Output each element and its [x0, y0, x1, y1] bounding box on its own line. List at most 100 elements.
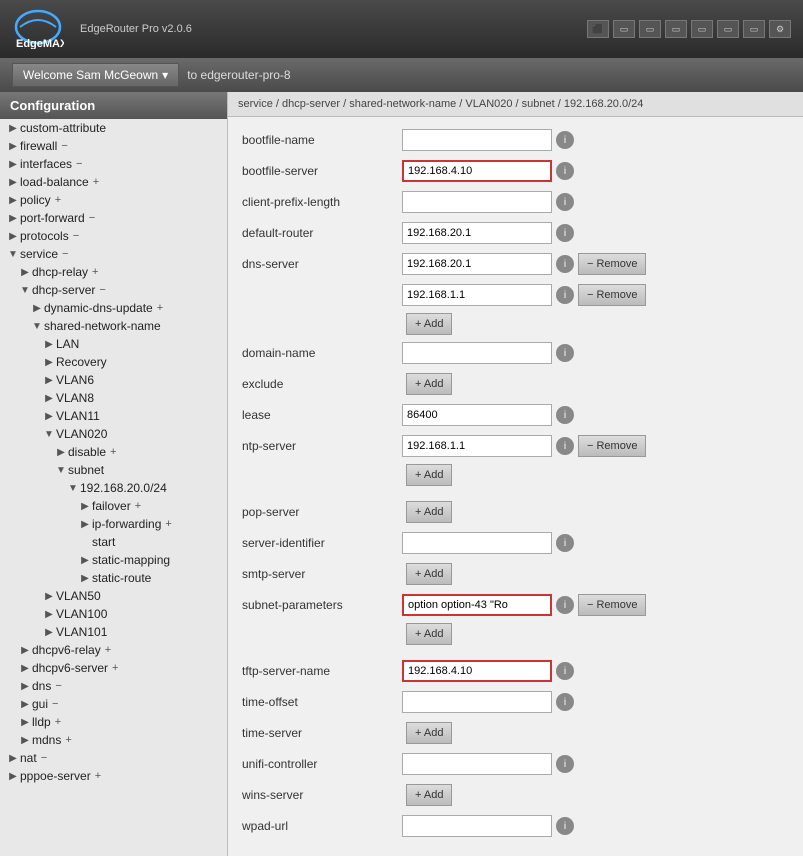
dns-server-2-remove[interactable]: − Remove [578, 284, 646, 306]
tree-action[interactable]: − [62, 248, 68, 260]
tree-action[interactable]: − [73, 230, 79, 242]
sidebar-item-interfaces[interactable]: ▶ interfaces − [0, 155, 227, 173]
sidebar-item-dynamic-dns-update[interactable]: ▶ dynamic-dns-update + [0, 299, 227, 317]
dns-server-1-remove[interactable]: − Remove [578, 253, 646, 275]
time-server-add-button[interactable]: + Add [406, 722, 452, 744]
ntp-server-input[interactable] [402, 435, 552, 457]
sidebar-item-protocols[interactable]: ▶ protocols − [0, 227, 227, 245]
sidebar-item-dns[interactable]: ▶ dns − [0, 677, 227, 695]
sidebar-item-disable[interactable]: ▶ disable + [0, 443, 227, 461]
sidebar-item-custom-attribute[interactable]: ▶ custom-attribute [0, 119, 227, 137]
sidebar-item-VLAN50[interactable]: ▶ VLAN50 [0, 587, 227, 605]
wpad-url-info[interactable]: i [556, 817, 574, 835]
dns-server-2-input[interactable] [402, 284, 552, 306]
bootfile-server-info[interactable]: i [556, 162, 574, 180]
sidebar-item-port-forward[interactable]: ▶ port-forward − [0, 209, 227, 227]
tree-action[interactable]: − [76, 158, 82, 170]
ntp-server-add-button[interactable]: + Add [406, 464, 452, 486]
tree-action[interactable]: + [112, 662, 118, 674]
dns-server-2-info[interactable]: i [556, 286, 574, 304]
ntp-server-remove[interactable]: − Remove [578, 435, 646, 457]
sidebar-item-static-mapping[interactable]: ▶ static-mapping [0, 551, 227, 569]
sidebar-item-ip-forwarding[interactable]: ▶ ip-forwarding + [0, 515, 227, 533]
sidebar-item-VLAN101[interactable]: ▶ VLAN101 [0, 623, 227, 641]
icon-btn-5[interactable]: ▭ [717, 20, 739, 38]
gear-icon[interactable]: ⚙ [769, 20, 791, 38]
time-offset-input[interactable] [402, 691, 552, 713]
subnet-parameters-add-button[interactable]: + Add [406, 623, 452, 645]
sidebar-item-pppoe-server[interactable]: ▶ pppoe-server + [0, 767, 227, 785]
wpad-url-input[interactable] [402, 815, 552, 837]
sidebar-item-dhcp-server[interactable]: ▼ dhcp-server − [0, 281, 227, 299]
welcome-button[interactable]: Welcome Sam McGeown ▾ [12, 63, 179, 87]
default-router-info[interactable]: i [556, 224, 574, 242]
icon-btn-1[interactable]: ▭ [613, 20, 635, 38]
sidebar-item-VLAN11[interactable]: ▶ VLAN11 [0, 407, 227, 425]
subnet-parameters-input[interactable] [402, 594, 552, 616]
client-prefix-length-info[interactable]: i [556, 193, 574, 211]
icon-btn-3[interactable]: ▭ [665, 20, 687, 38]
smtp-server-add-button[interactable]: + Add [406, 563, 452, 585]
subnet-parameters-remove[interactable]: − Remove [578, 594, 646, 616]
tree-action[interactable]: − [61, 140, 67, 152]
sidebar-item-Recovery[interactable]: ▶ Recovery [0, 353, 227, 371]
tree-action[interactable]: + [65, 734, 71, 746]
wins-server-add-button[interactable]: + Add [406, 784, 452, 806]
sidebar-item-VLAN8[interactable]: ▶ VLAN8 [0, 389, 227, 407]
lease-info[interactable]: i [556, 406, 574, 424]
sidebar-item-lldp[interactable]: ▶ lldp + [0, 713, 227, 731]
sidebar-item-LAN[interactable]: ▶ LAN [0, 335, 227, 353]
pop-server-add-button[interactable]: + Add [406, 501, 452, 523]
bootfile-name-info[interactable]: i [556, 131, 574, 149]
sidebar-item-dhcp-relay[interactable]: ▶ dhcp-relay + [0, 263, 227, 281]
server-identifier-info[interactable]: i [556, 534, 574, 552]
sidebar-item-gui[interactable]: ▶ gui − [0, 695, 227, 713]
tree-action[interactable]: + [157, 302, 163, 314]
tree-action[interactable]: + [135, 500, 141, 512]
tree-action[interactable]: + [110, 446, 116, 458]
tftp-server-name-info[interactable]: i [556, 662, 574, 680]
tree-action[interactable]: − [89, 212, 95, 224]
sidebar-item-VLAN6[interactable]: ▶ VLAN6 [0, 371, 227, 389]
domain-name-info[interactable]: i [556, 344, 574, 362]
tree-action[interactable]: − [41, 752, 47, 764]
tree-action[interactable]: + [93, 176, 99, 188]
sidebar-item-subnet[interactable]: ▼ subnet [0, 461, 227, 479]
sidebar-item-start[interactable]: start [0, 533, 227, 551]
tree-action[interactable]: + [55, 716, 61, 728]
ntp-server-info[interactable]: i [556, 437, 574, 455]
tree-action[interactable]: + [55, 194, 61, 206]
unifi-controller-input[interactable] [402, 753, 552, 775]
dns-server-1-info[interactable]: i [556, 255, 574, 273]
unifi-controller-info[interactable]: i [556, 755, 574, 773]
tree-action[interactable]: + [92, 266, 98, 278]
bootfile-server-input[interactable] [402, 160, 552, 182]
sidebar-item-service[interactable]: ▼ service − [0, 245, 227, 263]
sidebar-item-subnet-address[interactable]: ▼ 192.168.20.0/24 [0, 479, 227, 497]
dns-server-add-button[interactable]: + Add [406, 313, 452, 335]
sidebar-item-firewall[interactable]: ▶ firewall − [0, 137, 227, 155]
tftp-server-name-input[interactable] [402, 660, 552, 682]
sidebar-item-dhcpv6-server[interactable]: ▶ dhcpv6-server + [0, 659, 227, 677]
subnet-parameters-info[interactable]: i [556, 596, 574, 614]
icon-btn-4[interactable]: ▭ [691, 20, 713, 38]
sidebar-item-mdns[interactable]: ▶ mdns + [0, 731, 227, 749]
sidebar-item-load-balance[interactable]: ▶ load-balance + [0, 173, 227, 191]
domain-name-input[interactable] [402, 342, 552, 364]
sidebar-item-VLAN100[interactable]: ▶ VLAN100 [0, 605, 227, 623]
sidebar-item-policy[interactable]: ▶ policy + [0, 191, 227, 209]
server-identifier-input[interactable] [402, 532, 552, 554]
tree-action[interactable]: − [55, 680, 61, 692]
tree-action[interactable]: + [105, 644, 111, 656]
sidebar-item-dhcpv6-relay[interactable]: ▶ dhcpv6-relay + [0, 641, 227, 659]
exclude-add-button[interactable]: + Add [406, 373, 452, 395]
sidebar-item-nat[interactable]: ▶ nat − [0, 749, 227, 767]
icon-btn-6[interactable]: ▭ [743, 20, 765, 38]
dns-server-1-input[interactable] [402, 253, 552, 275]
tree-action[interactable]: + [95, 770, 101, 782]
icon-btn-2[interactable]: ▭ [639, 20, 661, 38]
sidebar-item-failover[interactable]: ▶ failover + [0, 497, 227, 515]
tree-action[interactable]: − [52, 698, 58, 710]
tree-action[interactable]: − [99, 284, 105, 296]
tree-action[interactable]: + [165, 518, 171, 530]
